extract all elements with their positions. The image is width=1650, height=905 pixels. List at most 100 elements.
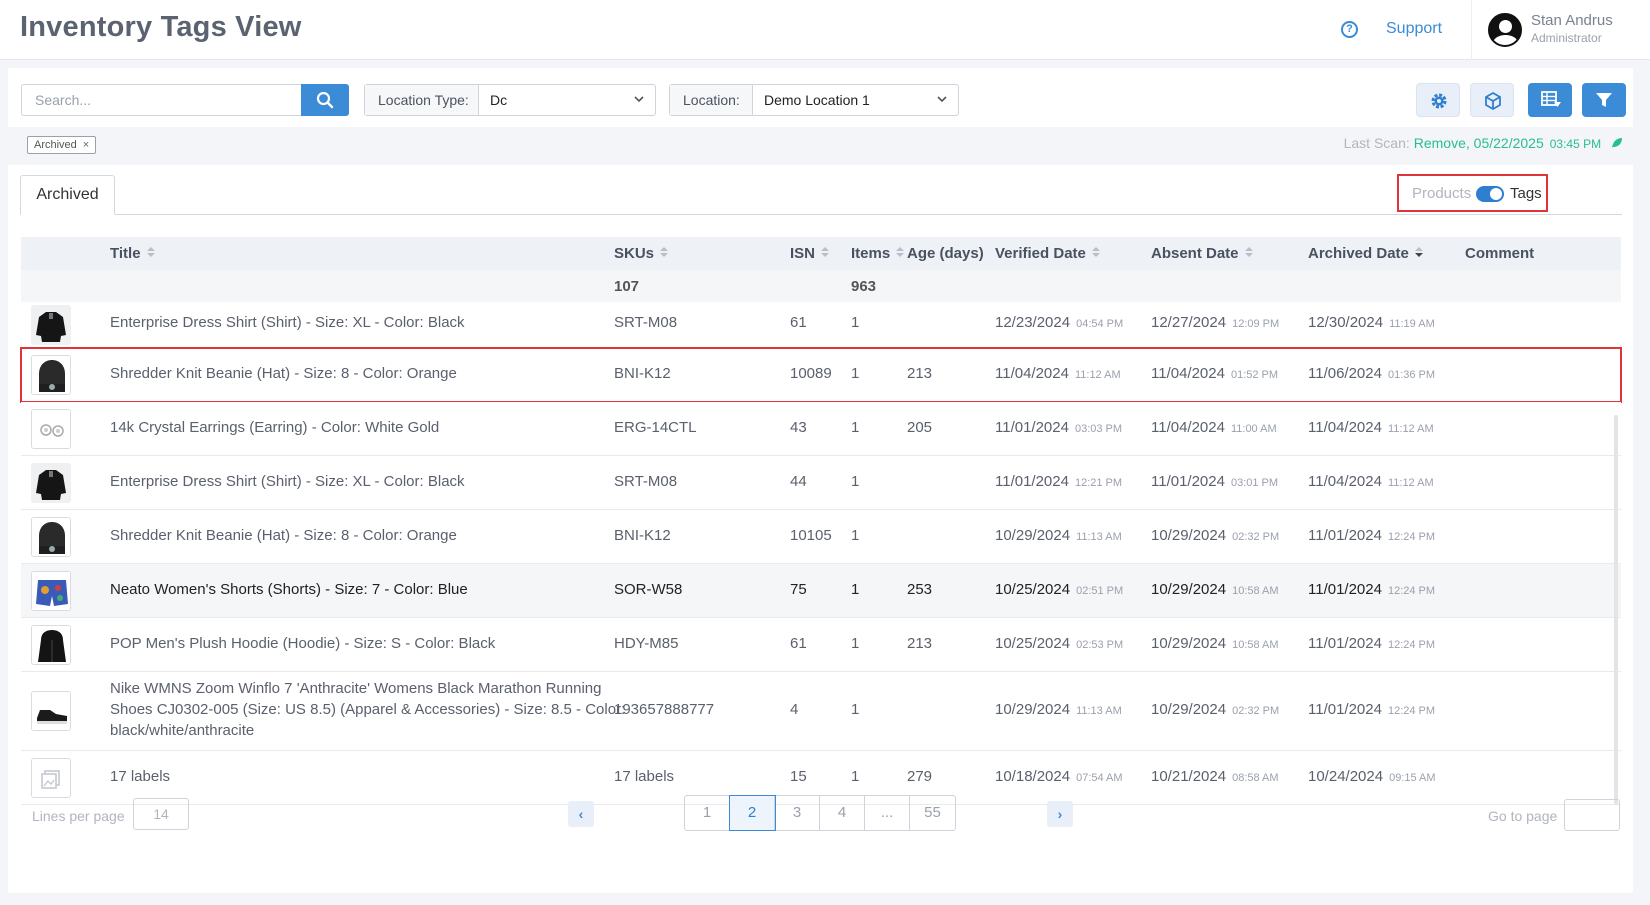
cell-title[interactable]: Shredder Knit Beanie (Hat) - Size: 8 - C… [110, 527, 457, 544]
column-header-absent-date[interactable]: Absent Date [1151, 245, 1253, 262]
product-thumbnail [31, 355, 71, 395]
column-header-items[interactable]: Items [851, 245, 905, 262]
location-select[interactable]: Location: Demo Location 1 [669, 84, 959, 116]
avatar [1488, 13, 1522, 47]
package-button[interactable] [1470, 83, 1514, 117]
product-thumbnail [31, 409, 71, 449]
toggle-knob [1490, 188, 1502, 200]
toggle-switch[interactable] [1476, 186, 1504, 202]
product-thumbnail [31, 571, 71, 611]
search-button[interactable] [301, 84, 349, 116]
cell-archived-date: 12/30/2024 11:19 AM [1308, 314, 1435, 331]
column-header-title[interactable]: Title [110, 245, 155, 262]
table-row[interactable]: POP Men's Plush Hoodie (Hoodie) - Size: … [21, 618, 1621, 672]
pagination: 1 2 3 4 ... 55 [684, 795, 956, 831]
table-row-hovered[interactable]: Neato Women's Shorts (Shorts) - Size: 7 … [21, 564, 1621, 618]
settings-button[interactable] [1416, 83, 1460, 117]
cell-title[interactable]: Shredder Knit Beanie (Hat) - Size: 8 - C… [110, 365, 457, 382]
cell-verified-date: 12/23/2024 04:54 PM [995, 314, 1124, 331]
cell-archived-date: 11/01/2024 12:24 PM [1308, 635, 1436, 652]
cell-archived-date: 11/01/2024 12:24 PM [1308, 527, 1436, 544]
chevron-down-icon [634, 96, 644, 103]
cell-verified-date: 11/01/2024 12:21 PM [995, 473, 1123, 490]
location-label: Location: [670, 85, 753, 115]
cell-age: 213 [907, 365, 933, 382]
cell-title[interactable]: Neato Women's Shorts (Shorts) - Size: 7 … [110, 581, 468, 598]
cell-items: 1 [851, 635, 860, 652]
lines-per-page-input[interactable]: 14 [133, 798, 189, 830]
column-header-skus[interactable]: SKUs [614, 245, 669, 262]
table-row-highlighted[interactable]: Shredder Knit Beanie (Hat) - Size: 8 - C… [20, 347, 1622, 403]
column-header-verified-date[interactable]: Verified Date [995, 245, 1100, 262]
search-input[interactable] [21, 84, 301, 116]
table-row[interactable]: 14k Crystal Earrings (Earring) - Color: … [21, 402, 1621, 456]
cell-items: 1 [851, 768, 860, 785]
cell-archived-date: 11/04/2024 11:12 AM [1308, 419, 1434, 436]
last-scan-value: Remove, 05/22/2025 [1413, 135, 1544, 151]
cell-absent-date: 10/29/2024 02:32 PM [1151, 701, 1280, 718]
cell-archived-date: 11/04/2024 11:12 AM [1308, 473, 1434, 490]
tab-archived[interactable]: Archived [20, 175, 115, 215]
filter-button[interactable] [1582, 83, 1626, 117]
cell-verified-date: 10/29/2024 11:13 AM [995, 527, 1122, 544]
location-type-select[interactable]: Location Type: Dc [364, 84, 656, 116]
cell-sku: SRT-M08 [614, 473, 678, 490]
cell-verified-date: 11/01/2024 03:03 PM [995, 419, 1123, 436]
cell-isn: 61 [790, 635, 807, 652]
support-link[interactable]: Support [1386, 20, 1442, 38]
cell-title[interactable]: Nike WMNS Zoom Winflo 7 'Anthracite' Wom… [110, 678, 625, 741]
go-to-page-label: Go to page [1488, 808, 1558, 824]
help-icon[interactable]: ? [1341, 21, 1358, 38]
page-button-current[interactable]: 2 [729, 795, 776, 831]
filter-icon [1596, 93, 1612, 107]
total-skus: 107 [614, 278, 640, 295]
product-thumbnail [31, 305, 71, 345]
column-header-archived-date[interactable]: Archived Date [1308, 245, 1423, 262]
user-menu[interactable]: Stan Andrus Administrator [1471, 0, 1631, 60]
page-button[interactable]: 55 [910, 796, 955, 830]
table-row[interactable]: Nike WMNS Zoom Winflo 7 'Anthracite' Wom… [21, 672, 1621, 751]
last-scan-label: Last Scan: [1343, 135, 1410, 151]
close-icon[interactable]: × [83, 139, 89, 151]
next-page-button[interactable]: › [1047, 801, 1073, 827]
page-button[interactable]: 3 [775, 796, 820, 830]
cell-title[interactable]: Enterprise Dress Shirt (Shirt) - Size: X… [110, 473, 465, 490]
table-scrollbar[interactable] [1614, 415, 1618, 805]
cell-age: 213 [907, 635, 933, 652]
cell-title[interactable]: 14k Crystal Earrings (Earring) - Color: … [110, 419, 439, 436]
product-thumbnail [31, 463, 71, 503]
table-header: Title SKUs ISN Items Age (days) Verified… [21, 237, 1621, 270]
table-row[interactable]: Enterprise Dress Shirt (Shirt) - Size: X… [21, 456, 1621, 510]
cell-title[interactable]: Enterprise Dress Shirt (Shirt) - Size: X… [110, 314, 465, 331]
cell-isn: 75 [790, 581, 807, 598]
page-button[interactable]: 1 [685, 796, 730, 830]
prev-page-button[interactable]: ‹ [568, 801, 594, 827]
cell-title[interactable]: POP Men's Plush Hoodie (Hoodie) - Size: … [110, 635, 495, 652]
page-button[interactable]: 4 [820, 796, 865, 830]
table-row[interactable]: Shredder Knit Beanie (Hat) - Size: 8 - C… [21, 510, 1621, 564]
page-title: Inventory Tags View [20, 11, 302, 43]
cell-absent-date: 10/29/2024 10:58 AM [1151, 635, 1279, 652]
cell-isn: 15 [790, 768, 807, 785]
export-button[interactable] [1528, 83, 1572, 117]
cell-items: 1 [851, 581, 860, 598]
cell-items: 1 [851, 701, 860, 718]
cell-verified-date: 10/25/2024 02:53 PM [995, 635, 1124, 652]
lines-per-page-label: Lines per page [32, 808, 125, 824]
table-row[interactable]: Enterprise Dress Shirt (Shirt) - Size: X… [21, 302, 1621, 348]
go-to-page-input[interactable] [1564, 799, 1620, 831]
cell-age: 279 [907, 768, 933, 785]
products-tags-toggle[interactable]: Products Tags [1397, 174, 1548, 212]
column-header-isn[interactable]: ISN [790, 245, 830, 262]
cell-sku: 193657888777 [614, 701, 715, 718]
location-value: Demo Location 1 [764, 92, 870, 108]
user-name: Stan Andrus [1531, 12, 1613, 29]
toggle-label-tags[interactable]: Tags [1510, 185, 1542, 202]
cell-isn: 10089 [790, 365, 832, 382]
cell-age: 205 [907, 419, 933, 436]
cell-items: 1 [851, 527, 860, 544]
cell-title[interactable]: 17 labels [110, 768, 170, 785]
toggle-label-products[interactable]: Products [1412, 185, 1471, 202]
tab-bar-line [20, 214, 1622, 215]
product-thumbnail [31, 691, 71, 731]
